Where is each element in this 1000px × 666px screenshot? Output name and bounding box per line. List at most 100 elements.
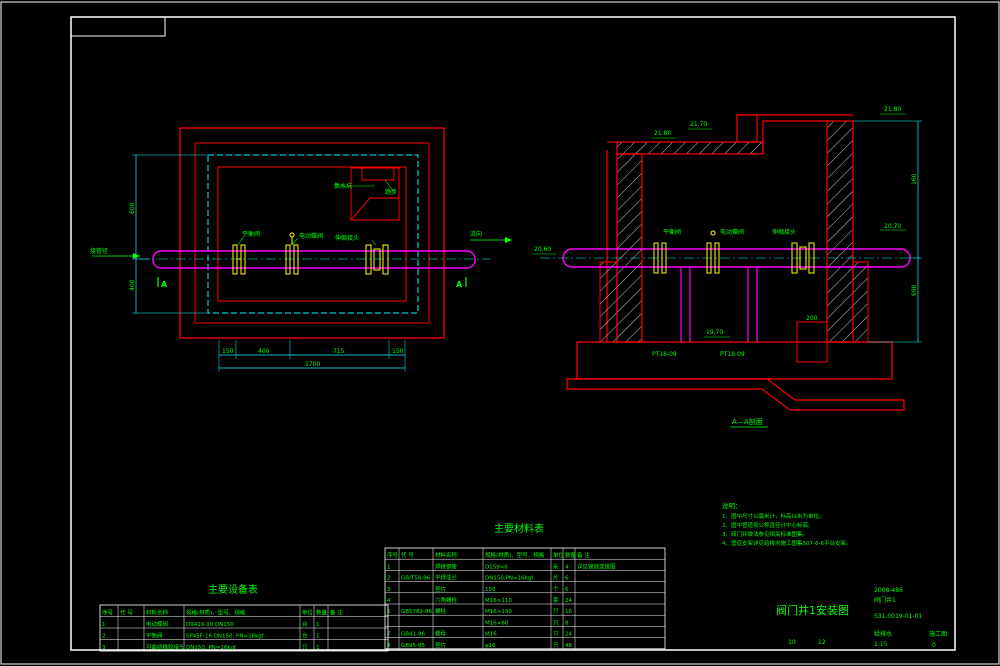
notes-line-2: 2、图中管道按公称直径计中心标高。 [722, 521, 814, 529]
material-table-cell: 片 [553, 574, 559, 582]
title-discipline: 给排水 [874, 630, 892, 638]
plan-dim-total: 1700 [305, 361, 320, 368]
material-table-cell: 垫片 [435, 641, 446, 649]
title-revision: 0 [932, 642, 936, 649]
plan-view: 集水坑 踏步 平衡阀 电动蝶阀 伸缩接头 接管径 流向 A A 600 400 … [90, 127, 512, 372]
section-elev-top-right: 21.80 [884, 106, 901, 113]
material-table-cell: 详见管道连接图 [577, 562, 616, 570]
section-base-slab [576, 341, 893, 380]
notes-heading: 说明： [722, 501, 742, 510]
section-support-left: PT18-09 [652, 351, 677, 358]
material-table-cell: GB5782-86 [401, 609, 433, 615]
material-table-cell: 2 [387, 576, 391, 582]
plan-dim-bottom-4: 150 [392, 348, 404, 355]
equipment-table-cell: 电动蝶阀 [146, 620, 168, 628]
material-table-cell: 6 [565, 587, 569, 593]
material-table-cell: 3 [387, 587, 391, 593]
material-table-cell: 只 [553, 608, 559, 615]
section-foundation [566, 378, 905, 411]
material-table-cell: 150 [485, 587, 496, 593]
plan-ladder-label: 踏步 [385, 188, 397, 196]
material-table-header-cell: 材料名称 [435, 551, 458, 559]
material-table-cell: 48 [565, 643, 572, 649]
equipment-table-cell: 3 [102, 645, 106, 651]
section-support-right: PT18-09 [720, 351, 745, 358]
material-table-cell: 1 [387, 564, 391, 570]
section-valve-label-2: 电动蝶阀 [720, 228, 744, 236]
material-table-border [384, 547, 666, 650]
equipment-table-header-cell: 序号 [102, 609, 114, 617]
material-table-cell: 平焊法兰 [435, 574, 458, 582]
section-elev-pipe-right: 20.70 [884, 223, 901, 230]
material-table-cell: 螺母 [435, 630, 447, 638]
material-table-cell: 6 [565, 576, 569, 582]
material-table-cell: 24 [565, 598, 572, 604]
plan-valve-label-1: 平衡阀 [242, 230, 260, 238]
material-table-cell: φ16 [485, 643, 496, 649]
material-table-cell: 焊接钢管 [435, 562, 458, 570]
title-project-name: 阀门井1 [874, 596, 896, 604]
section-elev-bottom: 19.70 [706, 329, 723, 336]
material-table-cell: DN150,PN=16kgf [485, 576, 534, 582]
plan-expansion-joint [365, 244, 389, 275]
section-valve-label-1: 平衡阀 [663, 228, 681, 236]
plan-pipe-label-left: 接管径 [90, 247, 108, 255]
equipment-table-header-cell: 单位 [302, 609, 314, 617]
material-table-title: 主要材料表 [494, 522, 544, 535]
section-dim-right-2: 690 [911, 284, 918, 296]
section-manhole-left [736, 114, 758, 143]
material-table-header-cell: 单位 [553, 551, 565, 559]
material-table-cell: M16×60 [485, 620, 509, 626]
material-table-header-cell: 规格(材质)、型号、规格 [485, 551, 545, 559]
plan-section-mark-left: A [161, 280, 168, 289]
material-table-cell: D159×6 [485, 564, 508, 570]
section-elev-top-mid: 21.70 [690, 121, 707, 128]
equipment-table-header-cell: 材料名称 [146, 609, 169, 617]
material-table-cell: 六角螺栓 [435, 596, 458, 604]
equipment-table-cell: 1 [316, 622, 320, 628]
equipment-table-cell: 只 [302, 644, 308, 651]
title-sheet: 10 [788, 639, 796, 646]
equipment-table-header-cell: 代 号 [120, 609, 133, 617]
title-drawing-title: 阀门井1安装图 [776, 603, 849, 617]
equipment-table-header-cell: 规格(材质)、型号、规格 [186, 609, 246, 617]
equipment-table-cell: 可曲挠橡胶接头 [146, 643, 185, 651]
plan-section-mark-right: A [456, 280, 463, 289]
material-table: 序号代 号 材料名称 规格(材质)、型号、规格 单位 数量备 注 1 焊接钢管 D159×6 米… [384, 547, 666, 650]
material-table-header-cell: 代 号 [401, 551, 414, 559]
plan-balance-valve [232, 244, 246, 275]
notes-block: 说明： 1、图中尺寸以毫米计，标高以米为单位。 2、图中管道按公称直径计中心标高… [722, 501, 851, 547]
material-table-cell: 16 [565, 609, 572, 615]
plan-flow-label-right: 流向 [470, 230, 482, 238]
material-table-cell: M16×110 [485, 598, 512, 604]
title-block: 2008-486 阀门井1 阀门井1安装图 S31.0019-01-01 给排水… [776, 587, 947, 649]
material-table-cell: 4 [565, 564, 569, 570]
plan-pipe [152, 250, 476, 269]
title-project-code: 2008-486 [874, 587, 903, 594]
equipment-table-cell: 1 [102, 622, 106, 628]
equipment-table-cell: 1 [316, 645, 320, 651]
material-table-cell: 只 [553, 642, 559, 649]
plan-dim-bottom-2: 400 [258, 348, 270, 355]
material-table-header-cell: 序号 [387, 551, 399, 559]
material-table-cell: M16×130 [485, 609, 512, 615]
material-table-cell: 螺栓 [435, 607, 447, 615]
material-table-cell: GB/T58-96 [401, 576, 431, 582]
plan-valve-label-3: 伸缩接头 [335, 234, 359, 242]
material-table-cell: 只 [553, 631, 559, 638]
equipment-table-cell: 2 [102, 634, 106, 640]
section-dim-small: 200 [806, 315, 818, 322]
material-table-cell: 套 [553, 596, 559, 604]
section-elev-top-left: 21.80 [654, 130, 671, 137]
title-scale: 1:15 [874, 641, 888, 648]
cad-drawing-sheet: 集水坑 踏步 平衡阀 电动蝶阀 伸缩接头 接管径 流向 A A 600 400 … [0, 1, 1000, 665]
equipment-table-cell: D941X-10 DN150 [186, 622, 234, 628]
corner-stamp [70, 16, 166, 37]
section-right-wall [826, 120, 854, 343]
equipment-table-cell: 1 [316, 634, 320, 640]
title-total: 12 [818, 639, 826, 646]
notes-line-1: 1、图中尺寸以毫米计，标高以米为单位。 [722, 512, 825, 520]
title-drawing-no: S31.0019-01-01 [874, 613, 922, 620]
equipment-table-cell: 台 [302, 632, 308, 640]
material-table-cell: 8 [565, 620, 569, 626]
